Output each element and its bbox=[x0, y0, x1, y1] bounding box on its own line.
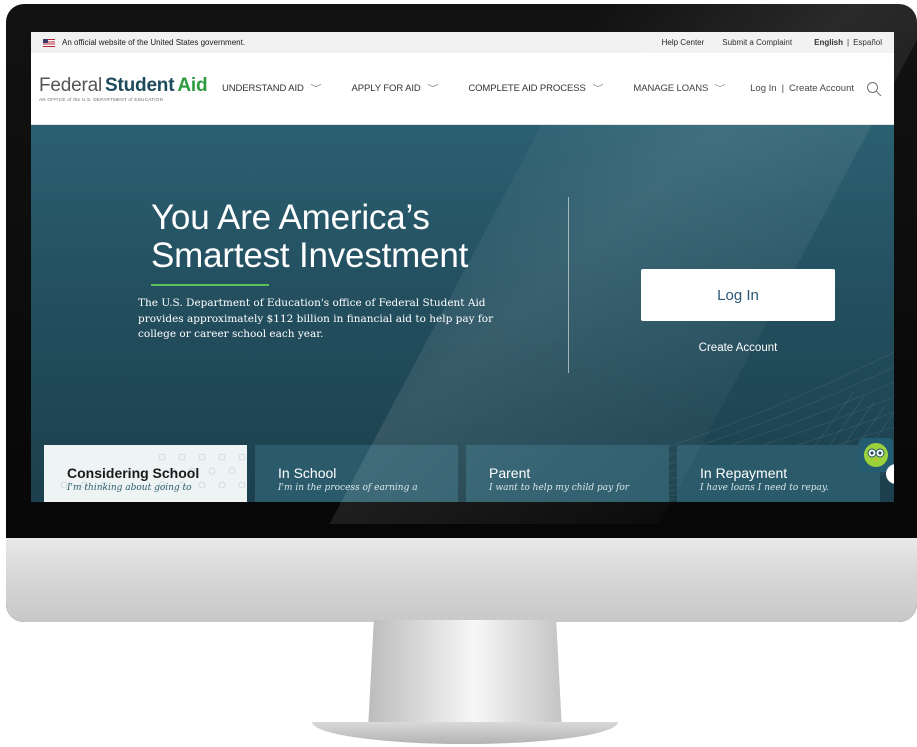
nav-login-link[interactable]: Log In bbox=[750, 83, 776, 94]
card-title: Parent bbox=[489, 465, 531, 481]
card-parent[interactable]: Parent I want to help my child pay for bbox=[466, 445, 669, 502]
language-spanish-link[interactable]: Español bbox=[853, 38, 882, 47]
nav-complete-aid-process[interactable]: COMPLETE AID PROCESS ﹀ bbox=[468, 83, 604, 94]
hero-login-button[interactable]: Log In bbox=[641, 269, 835, 321]
nav-item-label: COMPLETE AID PROCESS bbox=[468, 83, 586, 94]
auth-links: Log In | Create Account bbox=[750, 81, 882, 97]
card-title: In Repayment bbox=[700, 465, 788, 481]
search-icon[interactable] bbox=[866, 81, 882, 97]
card-subtitle: I'm in the process of earning a bbox=[278, 483, 418, 493]
logo-wordmark: Federal Student Aid bbox=[39, 74, 208, 96]
chevron-down-icon: ﹀ bbox=[310, 84, 322, 93]
language-english-link[interactable]: English bbox=[814, 38, 843, 47]
hero-title: You Are America’s Smartest Investment bbox=[151, 199, 511, 275]
auth-separator: | bbox=[781, 83, 785, 94]
monitor-stand-base bbox=[312, 722, 618, 744]
audience-cards: Considering School I'm thinking about go… bbox=[44, 445, 894, 502]
chevron-down-icon: ﹀ bbox=[592, 84, 604, 93]
hero-title-line: Smartest Investment bbox=[151, 236, 469, 275]
hero-title-underline bbox=[151, 284, 269, 286]
gov-banner: An official website of the United States… bbox=[31, 32, 894, 53]
language-separator: | bbox=[847, 38, 850, 47]
nav-item-label: UNDERSTAND AID bbox=[222, 83, 304, 94]
monitor-stand-neck bbox=[368, 620, 562, 730]
monitor-chin bbox=[6, 538, 917, 622]
card-considering-school[interactable]: Considering School I'm thinking about go… bbox=[44, 445, 247, 502]
nav-item-label: APPLY FOR AID bbox=[351, 83, 421, 94]
us-flag-icon bbox=[43, 38, 55, 47]
nav-item-label: MANAGE LOANS bbox=[633, 83, 709, 94]
nav-apply-for-aid[interactable]: APPLY FOR AID ﹀ bbox=[351, 83, 439, 94]
card-title: In School bbox=[278, 465, 337, 481]
card-in-repayment[interactable]: In Repayment I have loans I need to repa… bbox=[677, 445, 880, 502]
card-subtitle: I have loans I need to repay. bbox=[700, 483, 829, 493]
official-site-text: An official website of the United States… bbox=[62, 38, 246, 47]
hero-title-line: You Are America’s bbox=[151, 198, 430, 237]
nav-create-account-link[interactable]: Create Account bbox=[789, 83, 854, 94]
card-subtitle: I'm thinking about going to bbox=[67, 483, 192, 493]
hero-create-account-link[interactable]: Create Account bbox=[641, 342, 835, 354]
hero-divider bbox=[568, 197, 569, 373]
main-navigation: Federal Student Aid AN OFFICE of the U.S. … bbox=[31, 53, 894, 125]
browser-screen: An official website of the United States… bbox=[31, 32, 894, 502]
card-title: Considering School bbox=[67, 465, 200, 481]
logo-word-federal: Federal bbox=[39, 74, 103, 96]
logo-word-student: Student bbox=[105, 74, 175, 96]
help-center-link[interactable]: Help Center bbox=[662, 38, 705, 47]
hero-description: The U.S. Department of Education's offic… bbox=[138, 297, 494, 340]
nav-understand-aid[interactable]: UNDERSTAND AID ﹀ bbox=[222, 83, 322, 94]
fsa-logo[interactable]: Federal Student Aid AN OFFICE of the U.S. … bbox=[39, 74, 208, 102]
logo-subtitle: AN OFFICE of the U.S. DEPARTMENT of EDUC… bbox=[39, 96, 164, 102]
nav-menu: UNDERSTAND AID ﹀ APPLY FOR AID ﹀ COMPLET… bbox=[201, 83, 750, 94]
chevron-down-icon: ﹀ bbox=[427, 84, 439, 93]
card-in-school[interactable]: In School I'm in the process of earning … bbox=[255, 445, 458, 502]
chevron-down-icon: ﹀ bbox=[714, 84, 726, 93]
submit-complaint-link[interactable]: Submit a Complaint bbox=[722, 38, 792, 47]
card-subtitle: I want to help my child pay for bbox=[489, 483, 630, 493]
nav-manage-loans[interactable]: MANAGE LOANS ﹀ bbox=[633, 83, 726, 94]
